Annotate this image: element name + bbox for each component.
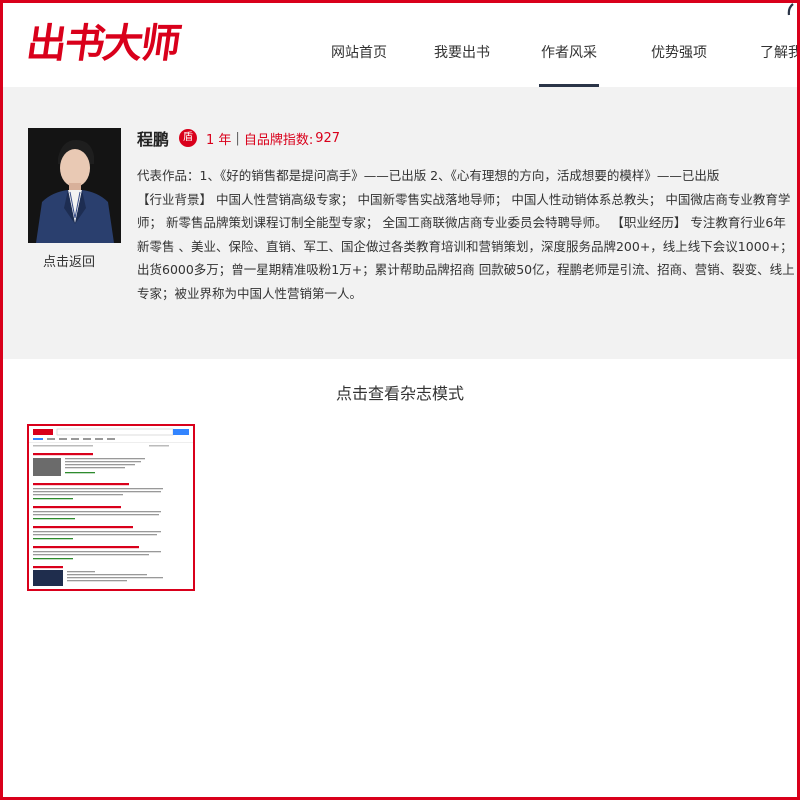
author-name: 程鹏 (137, 130, 170, 149)
main-nav: 网站首页 我要出书 作者风采 优势强项 了解我们 (303, 3, 797, 87)
site-logo[interactable]: 出书大师 (23, 19, 183, 69)
search-results-screenshot-icon (29, 426, 193, 589)
bio-line: 师； 新零售品牌策划课程订制全能型专家； 全国工商联微店商专业委员会特聘导师。 … (137, 215, 786, 230)
member-years: 1 年 (206, 132, 232, 148)
magazine-thumbnail[interactable] (27, 424, 195, 591)
author-portrait-icon (28, 128, 121, 243)
nav-item-home[interactable]: 网站首页 (331, 3, 387, 87)
author-section: 点击返回 程鹏 盾 1 年 | 自品牌指数: 927 代表作品：1、《好的销售都… (3, 87, 797, 359)
nav-item-authors[interactable]: 作者风采 (539, 3, 599, 87)
author-header: 程鹏 盾 1 年 | 自品牌指数: 927 (137, 127, 340, 149)
back-link[interactable]: 点击返回 (43, 251, 95, 270)
bio-line: 专家；被业界称为中国人性营销第一人。 (137, 285, 363, 301)
brand-index-value: 927 (315, 130, 341, 146)
header-separator: | (235, 130, 240, 146)
page-frame: 出书大师 网站首页 我要出书 作者风采 优势强项 了解我们 (0, 0, 800, 800)
nav-item-advantages[interactable]: 优势强项 (651, 3, 707, 87)
nav-item-publish[interactable]: 我要出书 (434, 3, 490, 87)
magazine-mode-link[interactable]: 点击查看杂志模式 (3, 380, 797, 404)
bio-line: 新零售 、美业、保险、直销、军工、国企做过各类教育培训和营销策划，深度服务品牌2… (137, 238, 793, 254)
shield-badge-icon: 盾 (179, 129, 198, 147)
author-photo (28, 128, 121, 243)
author-bio: 代表作品：1、《好的销售都是提问高手》——已出版 2、《心有理想的方向，活成想要… (137, 164, 797, 305)
brand-index-label: 自品牌指数: (243, 132, 314, 148)
bio-line: 【行业背景】 中国人性营销高级专家； 中国新零售实战落地导师； 中国人性动销体系… (137, 191, 791, 207)
corner-mark-icon (787, 3, 794, 16)
site-header: 出书大师 网站首页 我要出书 作者风采 优势强项 了解我们 (3, 3, 797, 87)
bio-line: 代表作品：1、《好的销售都是提问高手》——已出版 2、《心有理想的方向，活成想要… (137, 168, 720, 183)
bio-line: 出货6000多万；曾一星期精准吸粉1万+；累计帮助品牌招商 回款破50亿，程鹏老… (137, 262, 795, 277)
